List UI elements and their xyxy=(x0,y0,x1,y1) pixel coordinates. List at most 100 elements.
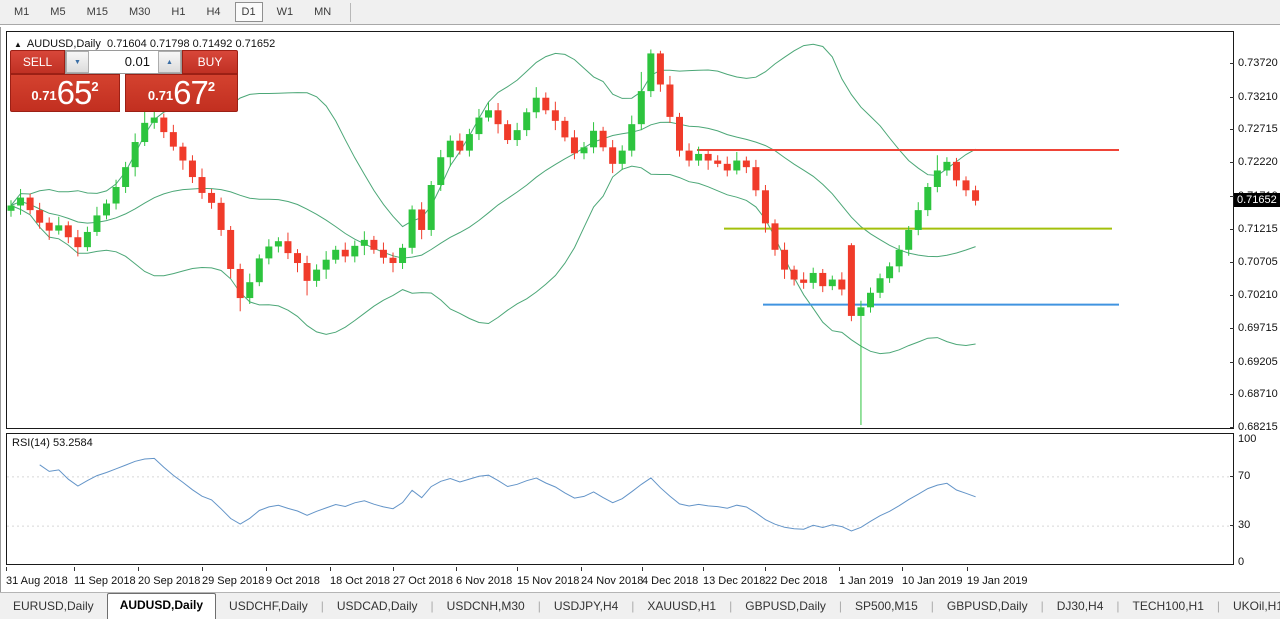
date-axis-label: 10 Jan 2019 xyxy=(902,575,963,587)
mt4-window: M1 M5 M15 M30 H1 H4 D1 W1 MN ▲ AUDUSD,Daily 0.716… xyxy=(0,0,1280,619)
date-axis-label: 11 Sep 2018 xyxy=(74,575,136,587)
date-axis-tick xyxy=(765,567,766,571)
sell-price-big: 65 xyxy=(56,74,93,111)
timeframe-button-mn[interactable]: MN xyxy=(307,2,338,22)
price-axis-tick xyxy=(1230,162,1234,164)
timeframe-toolbar: M1 M5 M15 M30 H1 H4 D1 W1 MN xyxy=(0,0,1280,25)
toolbar-separator xyxy=(350,2,352,22)
rsi-chart[interactable] xyxy=(7,434,1233,564)
tab-tech100-h1[interactable]: TECH100,H1 xyxy=(1120,595,1217,619)
price-axis-label: 0.72220 xyxy=(1238,156,1278,169)
sell-price-small: 0.71 xyxy=(31,88,57,103)
tab-gbpusd-daily[interactable]: GBPUSD,Daily xyxy=(934,595,1041,619)
sell-button[interactable]: SELL xyxy=(10,50,65,74)
chart-tab-bar: EURUSD,Daily AUDUSD,Daily USDCHF,Daily | USD… xyxy=(0,592,1280,619)
tab-eurusd-daily[interactable]: EURUSD,Daily xyxy=(0,595,107,619)
price-axis-tick xyxy=(1230,262,1234,264)
tab-ukoil-h1[interactable]: UKOil,H1 xyxy=(1220,595,1280,619)
sell-price-button[interactable]: 0.71 65 2 xyxy=(10,74,120,112)
chart-expand-icon[interactable]: ▲ xyxy=(14,40,22,49)
volume-decrease-icon[interactable]: ▼ xyxy=(66,51,89,73)
buy-price-small: 0.71 xyxy=(147,88,174,103)
tab-dj30-h4[interactable]: DJ30,H4 xyxy=(1044,595,1117,619)
timeframe-button-m15[interactable]: M15 xyxy=(80,2,115,22)
date-axis-tick xyxy=(202,567,203,571)
date-axis-tick xyxy=(839,567,840,571)
current-price-tag: 0.71652 xyxy=(1234,192,1280,207)
price-axis-tick xyxy=(1230,327,1234,329)
date-axis-label: 4 Dec 2018 xyxy=(642,575,699,587)
date-axis-label: 15 Nov 2018 xyxy=(517,575,580,587)
rsi-axis-label: 30 xyxy=(1238,519,1251,532)
volume-stepper[interactable]: ▼ 0.01 ▲ xyxy=(65,50,182,74)
chart-ohlc-values: 0.71604 0.71798 0.71492 0.71652 xyxy=(107,38,276,50)
tab-gbpusd-daily[interactable]: GBPUSD,Daily xyxy=(732,595,839,619)
volume-input[interactable]: 0.01 xyxy=(89,51,158,73)
date-axis-tick xyxy=(642,567,643,571)
chart-window: ▲ AUDUSD,Daily 0.71604 0.71798 0.71492 0.… xyxy=(0,27,1280,592)
tab-usdchf-daily[interactable]: USDCHF,Daily xyxy=(216,595,321,619)
date-axis-tick xyxy=(74,567,75,571)
price-axis-label: 0.73720 xyxy=(1238,57,1278,69)
timeframe-button-m30[interactable]: M30 xyxy=(122,2,157,22)
rsi-axis-label: 0 xyxy=(1238,556,1245,568)
price-axis-label: 0.70210 xyxy=(1238,289,1278,302)
timeframe-button-h1[interactable]: H1 xyxy=(164,2,192,22)
date-axis-label: 31 Aug 2018 xyxy=(6,575,68,587)
sell-price-sup: 2 xyxy=(91,79,99,94)
price-axis-tick xyxy=(1230,96,1234,98)
buy-price-button[interactable]: 0.71 67 2 xyxy=(125,74,238,112)
date-axis[interactable]: 31 Aug 2018 11 Sep 2018 20 Sep 2018 29 Sep … xyxy=(1,567,1234,592)
price-axis-label: 0.71215 xyxy=(1238,222,1278,235)
date-axis-label: 6 Nov 2018 xyxy=(456,575,513,587)
date-axis-label: 20 Sep 2018 xyxy=(138,575,201,587)
date-axis-tick xyxy=(330,567,331,571)
price-axis-tick xyxy=(1230,394,1234,396)
price-axis-label: 0.68710 xyxy=(1238,388,1278,401)
price-axis-tick xyxy=(1230,228,1234,230)
rsi-line xyxy=(39,457,976,532)
tab-audusd-daily[interactable]: AUDUSD,Daily xyxy=(106,593,217,619)
tab-xauusd-h1[interactable]: XAUUSD,H1 xyxy=(634,595,729,619)
rsi-label: RSI(14) 53.2584 xyxy=(12,437,93,449)
date-axis-tick xyxy=(266,567,267,571)
timeframe-button-m5[interactable]: M5 xyxy=(43,2,72,22)
date-axis-label: 1 Jan 2019 xyxy=(839,575,894,587)
timeframe-button-d1[interactable]: D1 xyxy=(234,2,263,22)
rsi-indicator-area[interactable]: RSI(14) 53.2584 xyxy=(6,433,1234,565)
price-axis-label: 0.72715 xyxy=(1238,123,1278,136)
buy-price-big: 67 xyxy=(173,74,209,111)
rsi-axis-label: 100 xyxy=(1238,433,1257,445)
date-axis-label: 27 Oct 2018 xyxy=(393,575,453,587)
date-axis-label: 19 Jan 2019 xyxy=(967,575,1028,587)
price-axis-tick xyxy=(1230,426,1234,428)
date-axis-tick xyxy=(138,567,139,571)
date-axis-label: 22 Dec 2018 xyxy=(765,575,828,587)
date-axis-tick xyxy=(456,567,457,571)
price-axis-label: 0.70705 xyxy=(1238,256,1278,269)
volume-increase-icon[interactable]: ▲ xyxy=(158,51,181,73)
date-axis-label: 24 Nov 2018 xyxy=(581,575,644,587)
tab-usdjpy-h4[interactable]: USDJPY,H4 xyxy=(541,595,631,619)
price-axis-tick xyxy=(1230,361,1234,363)
rsi-axis-tick xyxy=(1230,475,1234,477)
rsi-axis-label: 70 xyxy=(1238,469,1251,482)
price-axis-tick xyxy=(1230,295,1234,297)
date-axis-label: 9 Oct 2018 xyxy=(266,575,320,587)
date-axis-tick xyxy=(967,567,968,571)
main-chart-area[interactable]: ▲ AUDUSD,Daily 0.71604 0.71798 0.71492 0.… xyxy=(6,31,1234,429)
date-axis-label: 18 Oct 2018 xyxy=(330,575,390,587)
date-axis-label: 13 Dec 2018 xyxy=(703,575,766,587)
tab-usdcad-daily[interactable]: USDCAD,Daily xyxy=(324,595,431,619)
timeframe-button-w1[interactable]: W1 xyxy=(270,2,301,22)
date-axis-tick xyxy=(581,567,582,571)
timeframe-button-m1[interactable]: M1 xyxy=(7,2,36,22)
timeframe-button-h4[interactable]: H4 xyxy=(199,2,227,22)
tab-usdcnh-m30[interactable]: USDCNH,M30 xyxy=(434,595,538,619)
price-axis-label: 0.69715 xyxy=(1238,321,1278,334)
date-axis-label: 29 Sep 2018 xyxy=(202,575,265,587)
price-axis-tick xyxy=(1230,63,1234,64)
date-axis-tick xyxy=(393,567,394,571)
price-axis-label: 0.69205 xyxy=(1238,355,1278,368)
tab-sp500-m15[interactable]: SP500,M15 xyxy=(842,595,931,619)
